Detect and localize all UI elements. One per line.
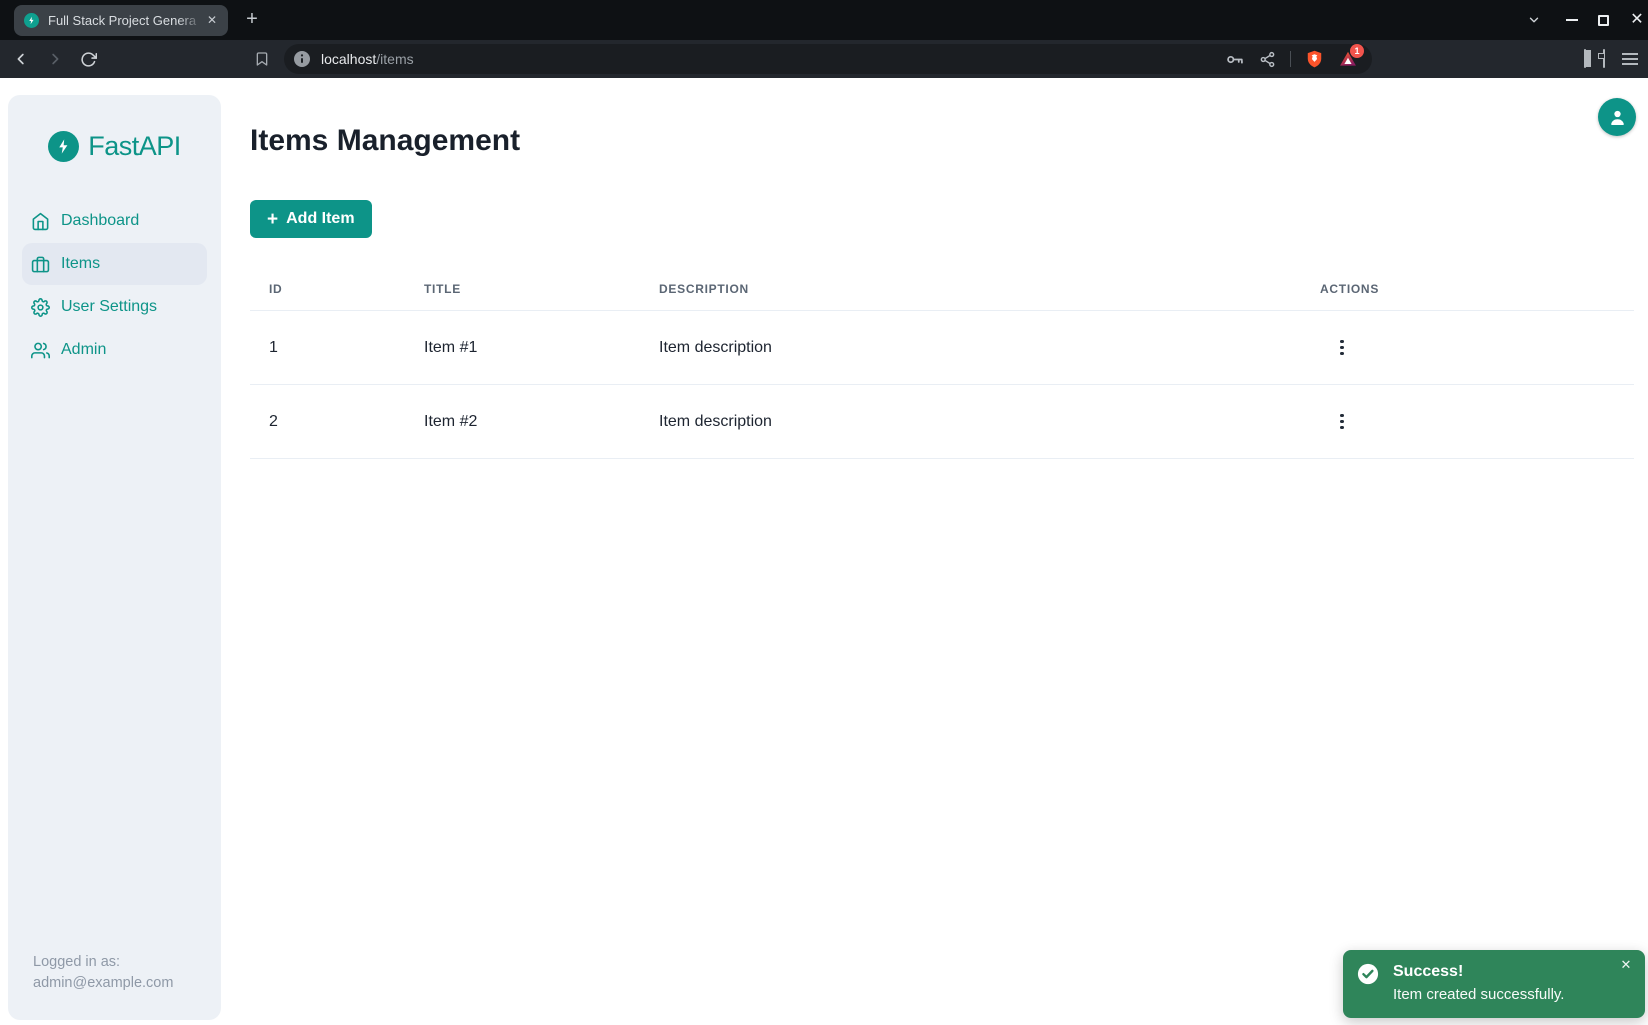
menu-hamburger-icon[interactable]: [1622, 53, 1638, 65]
divider: [1290, 51, 1291, 67]
share-icon[interactable]: [1259, 51, 1276, 68]
item-id: 1: [250, 339, 405, 357]
sidebar-panel-icon[interactable]: [1584, 50, 1586, 68]
table-row: 2 Item #2 Item description: [250, 385, 1634, 459]
window-maximize-button[interactable]: [1590, 0, 1616, 40]
row-actions-kebab-icon[interactable]: [1328, 408, 1356, 436]
item-description: Item description: [640, 413, 1301, 431]
column-header-description: DESCRIPTION: [640, 282, 1301, 296]
new-tab-button[interactable]: +: [240, 8, 264, 32]
toast-close-icon[interactable]: ✕: [1616, 955, 1636, 975]
key-icon[interactable]: [1226, 50, 1245, 69]
sidebar-item-label: Items: [61, 255, 100, 273]
forward-button[interactable]: [41, 40, 69, 78]
toast-title: Success!: [1393, 962, 1463, 982]
back-button[interactable]: [7, 40, 35, 78]
success-toast: Success! Item created successfully. ✕: [1343, 950, 1645, 1018]
row-actions-kebab-icon[interactable]: [1328, 334, 1356, 362]
browser-tab[interactable]: Full Stack Project Genera ✕: [14, 5, 228, 36]
add-item-button[interactable]: + Add Item: [250, 200, 372, 238]
brave-shield-icon[interactable]: [1305, 49, 1324, 69]
browser-toolbar: localhost/items 1: [0, 40, 1648, 78]
column-header-id: ID: [250, 282, 405, 296]
gear-icon: [31, 298, 50, 317]
sidebar: FastAPI Dashboard Items User Settings: [8, 95, 221, 1020]
browser-tabstrip: Full Stack Project Genera ✕ + ✕: [0, 0, 1648, 40]
item-title: Item #2: [405, 413, 640, 431]
logged-in-label: Logged in as:: [33, 952, 173, 973]
page-title: Items Management: [250, 124, 520, 158]
plus-icon: +: [267, 210, 278, 229]
rewards-notification-badge: 1: [1350, 44, 1364, 58]
table-header-row: ID TITLE DESCRIPTION ACTIONS: [250, 267, 1634, 311]
item-id: 2: [250, 413, 405, 431]
logged-in-email: admin@example.com: [33, 973, 173, 994]
check-circle-icon: [1357, 963, 1379, 985]
sidebar-item-label: Dashboard: [61, 212, 139, 230]
tab-close-icon[interactable]: ✕: [202, 5, 222, 36]
item-description: Item description: [640, 339, 1301, 357]
briefcase-icon: [31, 255, 50, 274]
sidebar-item-label: User Settings: [61, 298, 157, 316]
window-close-button[interactable]: ✕: [1624, 0, 1648, 40]
add-item-button-label: Add Item: [286, 210, 354, 228]
column-header-title: TITLE: [405, 282, 640, 296]
sidebar-item-dashboard[interactable]: Dashboard: [22, 200, 207, 242]
user-avatar-button[interactable]: [1598, 98, 1636, 136]
url-host: localhost: [321, 51, 376, 67]
sidebar-item-user-settings[interactable]: User Settings: [22, 286, 207, 328]
sidebar-item-admin[interactable]: Admin: [22, 329, 207, 371]
address-bar[interactable]: localhost/items 1: [284, 44, 1372, 74]
home-icon: [31, 212, 50, 231]
bookmark-icon[interactable]: [248, 40, 276, 78]
fastapi-logo-text: FastAPI: [88, 131, 181, 162]
window-minimize-button[interactable]: [1559, 0, 1585, 40]
tab-search-chevron-icon[interactable]: [1521, 0, 1547, 40]
item-title: Item #1: [405, 339, 640, 357]
items-table: ID TITLE DESCRIPTION ACTIONS 1 Item #1 I…: [250, 267, 1634, 459]
url-path: /items: [376, 51, 413, 67]
toast-message: Item created successfully.: [1393, 985, 1564, 1005]
sidebar-item-items[interactable]: Items: [22, 243, 207, 285]
person-icon: [1607, 107, 1628, 128]
fastapi-favicon-icon: [24, 13, 39, 28]
page-content: FastAPI Dashboard Items User Settings: [0, 78, 1648, 1025]
reload-button[interactable]: [74, 40, 102, 78]
sidebar-item-label: Admin: [61, 341, 106, 359]
site-info-icon[interactable]: [294, 51, 310, 67]
column-header-actions: ACTIONS: [1301, 282, 1634, 296]
url-text: localhost/items: [321, 44, 414, 74]
wallet-icon[interactable]: [1603, 50, 1605, 68]
logged-in-info: Logged in as: admin@example.com: [33, 952, 173, 994]
fastapi-logo: FastAPI: [8, 131, 221, 162]
brave-rewards-icon[interactable]: 1: [1338, 49, 1358, 69]
table-row: 1 Item #1 Item description: [250, 311, 1634, 385]
users-icon: [31, 341, 50, 360]
fastapi-lightning-icon: [48, 131, 79, 162]
